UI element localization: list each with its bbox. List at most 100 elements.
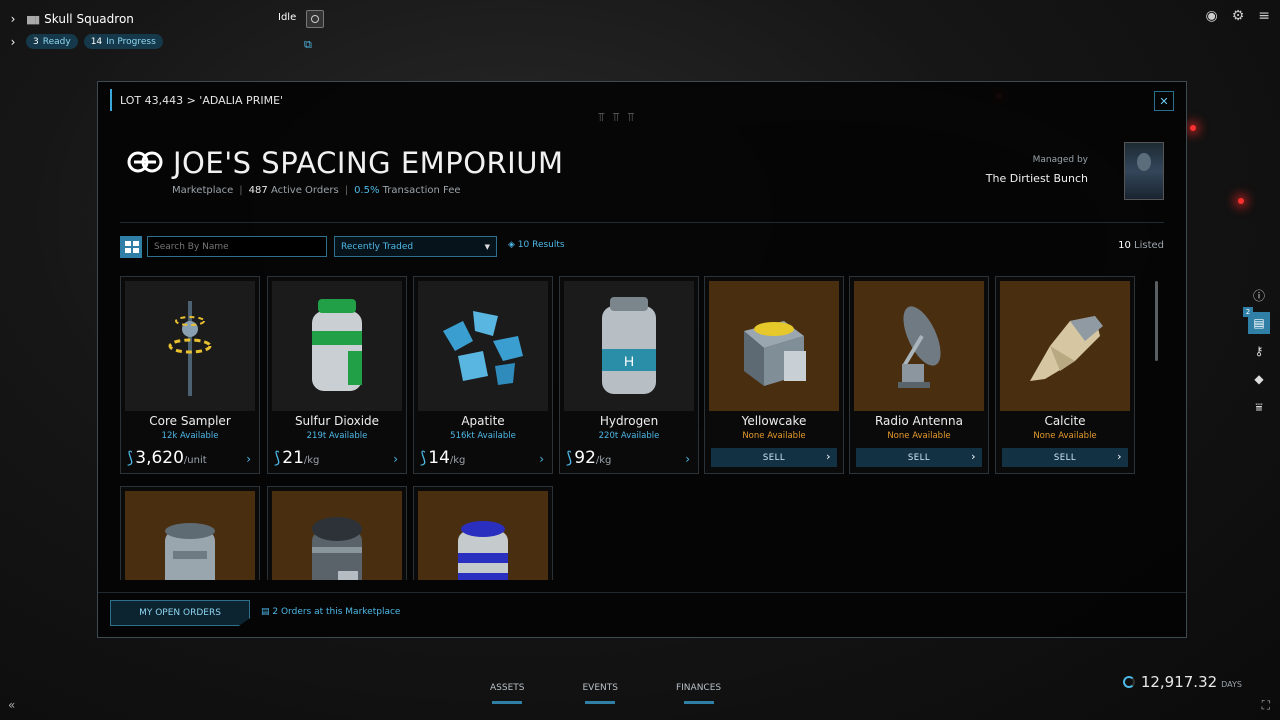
scrollbar[interactable] [1155,281,1158,361]
search-input[interactable] [147,236,327,257]
chevron-right-icon[interactable]: › [246,452,251,466]
clock-unit: DAYS [1221,680,1242,689]
core-sampler-icon [125,281,255,411]
sell-label: SELL [1053,452,1077,463]
product-card[interactable] [267,486,407,580]
antenna-icon [854,281,984,411]
product-card[interactable]: Yellowcake None Available SELL › [704,276,844,474]
my-open-orders-button[interactable]: MY OPEN ORDERS [110,600,250,626]
svg-text:H: H [624,353,634,369]
double-chevron-left-icon[interactable]: « [8,698,15,712]
orders-link[interactable]: ▤ 2 Orders at this Marketplace [261,607,400,617]
in-progress-pill[interactable]: 14 In Progress [83,34,163,49]
product-card[interactable]: Radio Antenna None Available SELL › [849,276,989,474]
menu-icon[interactable]: ≡ [1258,8,1270,24]
sell-button[interactable]: SELL › [856,448,982,467]
divider [120,222,1164,223]
divider [98,592,1186,593]
price-value: 21 [282,448,304,468]
chevron-right-icon[interactable]: › [6,35,20,49]
transaction-fee: 0.5% [354,185,380,196]
product-name: Yellowcake [741,414,807,428]
marketplace-type: Marketplace [172,185,234,196]
scroll-orders-icon[interactable]: 2 ▤ [1243,307,1270,334]
canister-green-icon [272,281,402,411]
chevron-right-icon[interactable]: › [6,12,20,26]
eye-icon[interactable]: ◉ [1205,8,1217,24]
manager-name[interactable]: The Dirtiest Bunch [986,172,1088,185]
product-name: Sulfur Dioxide [294,414,380,428]
product-price: ⟆ 14/kg [420,448,465,468]
orders-link-label: 2 Orders at this Marketplace [272,607,401,617]
product-price: ⟆ 21/kg [274,448,319,468]
marketplace-modal: LOT 43,443 > 'ADALIA PRIME' ✕ ⫪⫪⫪ JOE'S … [97,81,1187,638]
scroll-icon: ▤ [261,607,270,617]
tab-events[interactable]: EVENTS [582,683,617,693]
canister-blue-icon [418,491,548,580]
caret-down-icon: ▼ [484,243,490,251]
external-link-icon[interactable]: ⧉ [304,38,312,52]
orders-badge: 2 [1243,307,1253,317]
close-button[interactable]: ✕ [1154,91,1174,111]
sell-label: SELL [907,452,931,463]
product-name: Hydrogen [599,414,659,428]
sway-currency-icon: ⟆ [127,448,134,467]
listed-count: 10 Listed [1118,240,1164,251]
gem-icon[interactable]: ◆ [1248,368,1270,390]
gear-icon[interactable]: ⚙ [1232,8,1245,24]
product-card[interactable]: Core Sampler 12k Available ⟆ 3,620/unit › [120,276,260,474]
sort-select[interactable]: Recently Traded ▼ [334,236,497,257]
tab-finances[interactable]: FINANCES [676,683,721,693]
info-icon[interactable]: ⓘ [1248,284,1270,306]
toolbar: Recently Traded ▼ ◈ 10 Results 10 Listed [120,236,1164,258]
grid-view-button[interactable] [120,236,142,258]
product-card[interactable] [120,486,260,580]
antenna-decor-icon: ⫪⫪⫪ [598,110,643,124]
product-name: Calcite [1044,414,1086,428]
product-card[interactable]: Sulfur Dioxide 219t Available ⟆ 21/kg › [267,276,407,474]
product-card[interactable]: H Hydrogen 220t Available ⟆ 92/kg › [559,276,699,474]
in-progress-label: In Progress [106,36,156,47]
crew-panel: › ▮▮▮ Skull Squadron Idle › 3 Ready 14 In … [6,8,326,52]
product-card[interactable]: Apatite 516kt Available ⟆ 14/kg › [413,276,553,474]
product-availability: 12k Available [161,431,219,441]
crew-icon: ▮▮▮ [26,12,40,26]
product-name: Core Sampler [149,414,231,428]
managed-by-label: Managed by [1032,155,1088,165]
price-value: 3,620 [135,448,184,468]
tab-assets[interactable]: ASSETS [490,683,524,693]
product-availability: None Available [887,431,951,441]
price-value: 14 [428,448,450,468]
sell-button[interactable]: SELL › [1002,448,1128,467]
product-price: ⟆ 92/kg [566,448,611,468]
background-light [1238,198,1244,204]
layers-icon: ◈ [508,240,515,250]
fullscreen-icon[interactable]: ⛶ [1262,698,1270,713]
chevron-right-icon[interactable]: › [685,452,690,466]
active-orders-label: Active Orders [270,185,339,196]
circle-icon [311,15,319,23]
product-card[interactable] [413,486,553,580]
product-card[interactable]: Calcite None Available SELL › [995,276,1135,474]
chevron-right-icon: › [1117,450,1122,463]
ready-pill[interactable]: 3 Ready [26,34,78,49]
listed-label: Listed [1134,240,1164,251]
key-icon[interactable]: ⚷ [1248,340,1270,362]
sell-button[interactable]: SELL › [711,448,837,467]
avatar[interactable] [1124,142,1164,200]
price-unit: /kg [303,455,320,466]
results-label: 10 Results [517,240,565,250]
price-unit: /kg [595,455,612,466]
crew-name[interactable]: Skull Squadron [44,12,134,26]
chevron-right-icon[interactable]: › [393,452,398,466]
chevron-right-icon: › [826,450,831,463]
filter-list-icon[interactable]: ⩸ [1248,396,1270,418]
page-title: JOE'S SPACING EMPORIUM [173,146,564,180]
canister-hydrogen-icon: H [564,281,694,411]
crew-status-button[interactable] [306,10,324,28]
divider: | [344,185,349,196]
chevron-right-icon[interactable]: › [539,452,544,466]
crystals-icon [418,281,548,411]
calcite-icon [1000,281,1130,411]
sway-currency-icon: ⟆ [420,448,427,467]
